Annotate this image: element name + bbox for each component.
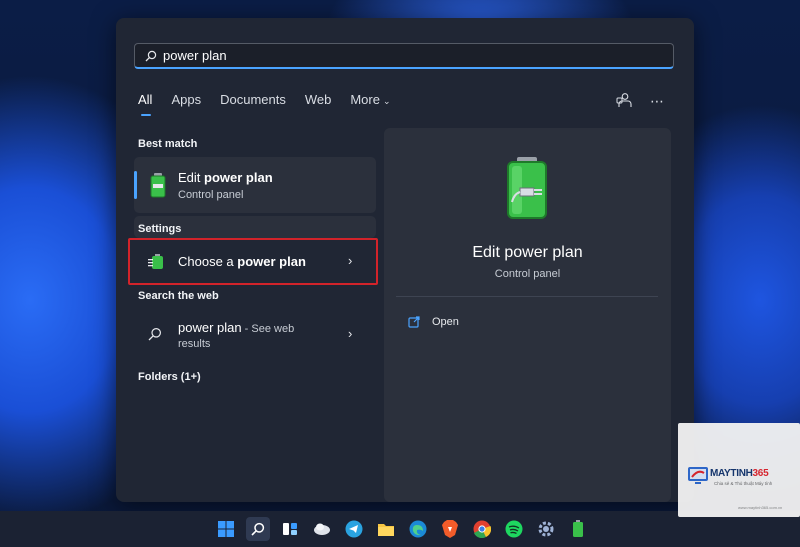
brave-icon[interactable] bbox=[438, 517, 462, 541]
search-filter-tabs: All Apps Documents Web More ⌄ bbox=[138, 92, 410, 116]
search-web-heading: Search the web bbox=[138, 290, 219, 302]
web-search-result[interactable]: power plan - See web results › bbox=[134, 315, 376, 355]
search-icon[interactable] bbox=[246, 517, 270, 541]
tab-web[interactable]: Web bbox=[305, 92, 332, 116]
battery-icon[interactable] bbox=[566, 517, 590, 541]
battery-power-icon bbox=[507, 157, 547, 219]
edge-icon[interactable] bbox=[406, 517, 430, 541]
highlight-box bbox=[128, 238, 378, 285]
tab-more[interactable]: More ⌄ bbox=[350, 92, 390, 116]
best-match-heading: Best match bbox=[138, 138, 198, 150]
settings-section: Settings bbox=[134, 216, 376, 238]
battery-power-icon bbox=[150, 173, 166, 198]
chrome-icon[interactable] bbox=[470, 517, 494, 541]
tab-documents[interactable]: Documents bbox=[220, 92, 286, 116]
windows-start-icon[interactable] bbox=[214, 517, 238, 541]
search-icon bbox=[145, 50, 157, 61]
open-external-icon bbox=[408, 316, 420, 328]
best-match-result[interactable]: Edit power plan Control panel bbox=[134, 157, 376, 213]
open-action[interactable]: Open bbox=[408, 316, 459, 328]
file-explorer-icon[interactable] bbox=[374, 517, 398, 541]
tab-all[interactable]: All bbox=[138, 92, 152, 116]
detail-title: Edit power plan bbox=[472, 244, 583, 261]
tab-apps[interactable]: Apps bbox=[171, 92, 201, 116]
onedrive-icon[interactable] bbox=[310, 517, 334, 541]
search-bar[interactable] bbox=[134, 43, 674, 69]
maytinh365-logo-icon bbox=[688, 467, 708, 484]
telegram-icon[interactable] bbox=[342, 517, 366, 541]
start-search-panel: All Apps Documents Web More⌄ ⋯ Best matc… bbox=[116, 18, 694, 502]
result-detail-pane: Edit power plan Control panel Open bbox=[384, 128, 671, 502]
search-icon bbox=[148, 328, 161, 341]
accounts-icon[interactable] bbox=[616, 92, 632, 111]
taskbar-apps bbox=[214, 517, 590, 541]
watermark-logo: MAYTINH365 Chia sẻ & Thủ thuật Máy tính … bbox=[678, 423, 800, 517]
search-input[interactable] bbox=[163, 48, 643, 63]
widgets-icon[interactable] bbox=[278, 517, 302, 541]
chevron-right-icon: › bbox=[348, 326, 353, 341]
spotify-icon[interactable] bbox=[502, 517, 526, 541]
more-options-icon[interactable]: ⋯ bbox=[650, 93, 664, 110]
tab-actions: ⋯ bbox=[616, 92, 664, 111]
chevron-down-icon: ⌄ bbox=[382, 96, 391, 106]
folders-heading[interactable]: Folders (1+) bbox=[138, 371, 201, 383]
settings-gear-icon[interactable] bbox=[534, 517, 558, 541]
detail-subtitle: Control panel bbox=[494, 268, 561, 280]
divider bbox=[396, 296, 658, 297]
settings-heading: Settings bbox=[138, 223, 182, 235]
